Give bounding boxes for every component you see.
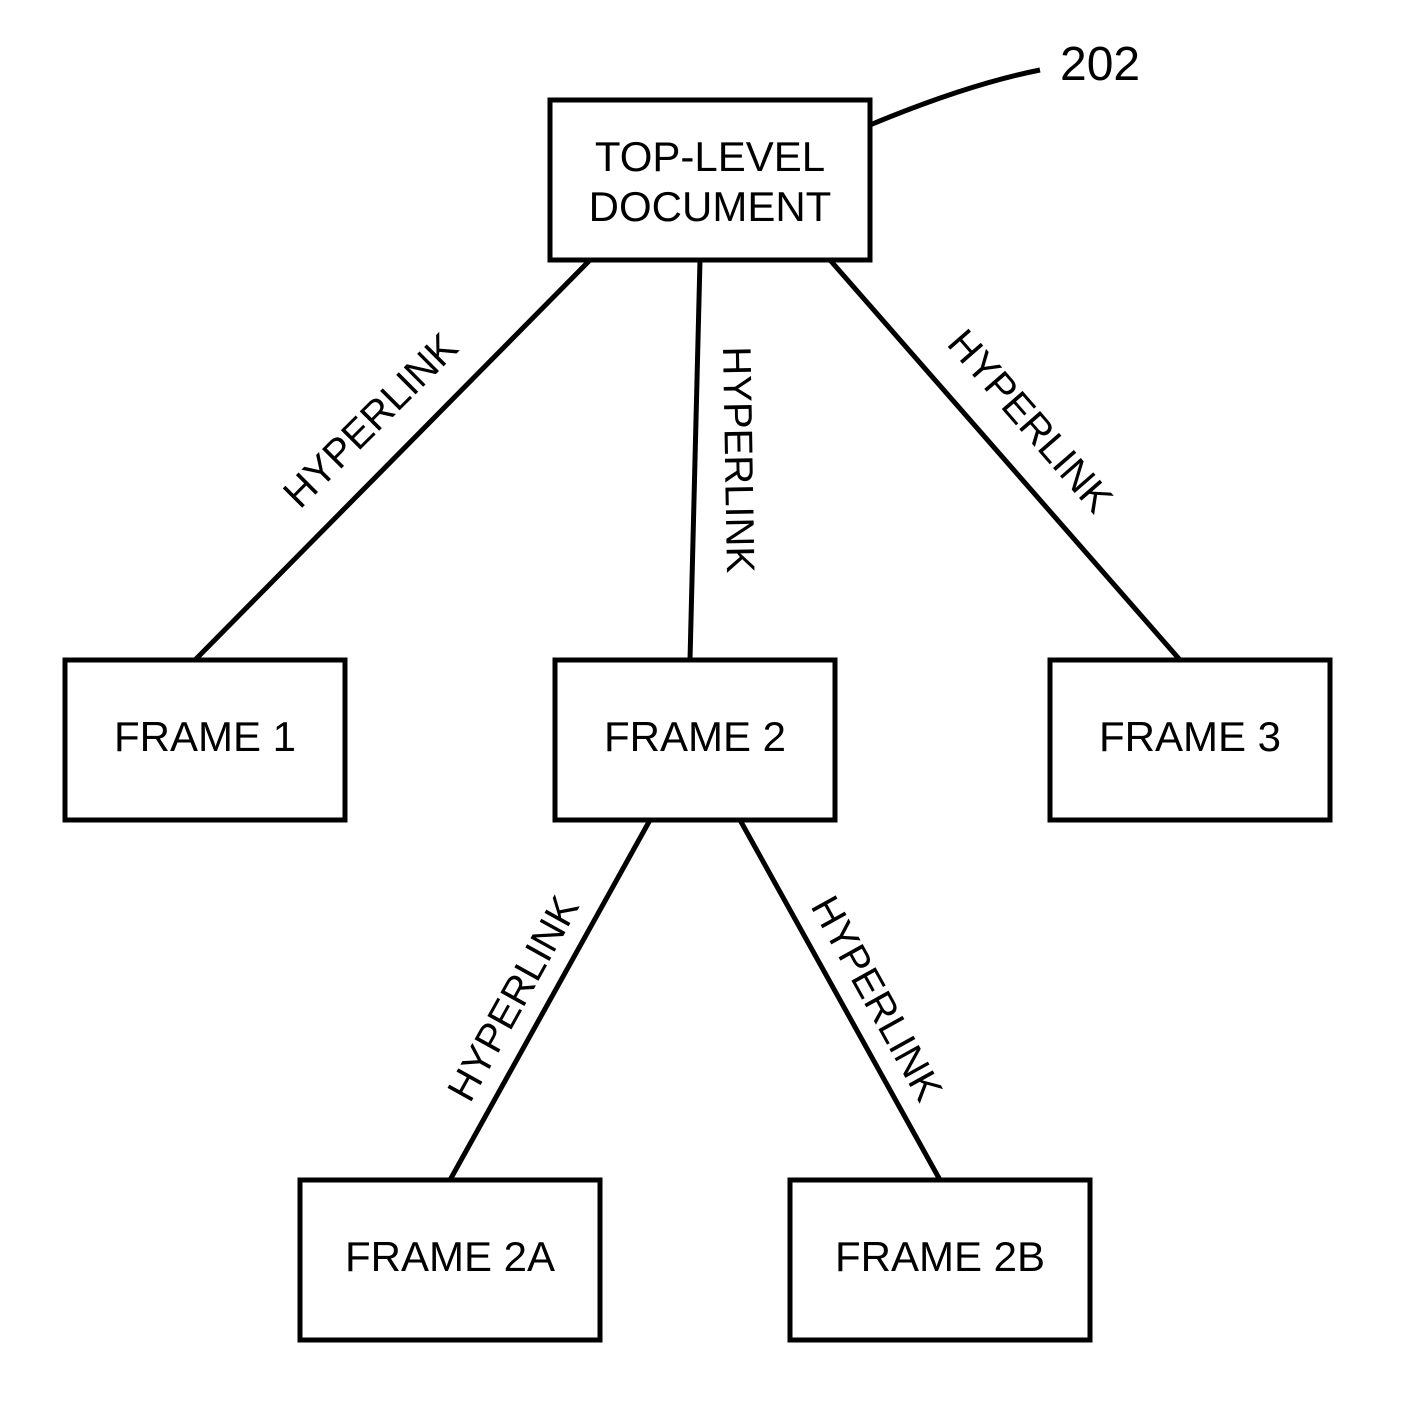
node-frame-2a: FRAME 2A xyxy=(300,1180,600,1340)
node-top-level-document: TOP-LEVEL DOCUMENT xyxy=(550,100,870,260)
edge-label-f2-f2a: HYPERLINK xyxy=(439,889,588,1109)
node-frame-3: FRAME 3 xyxy=(1050,660,1330,820)
edge-f2-f2b xyxy=(740,820,940,1180)
svg-text:DOCUMENT: DOCUMENT xyxy=(589,183,832,230)
svg-text:FRAME 2A: FRAME 2A xyxy=(345,1233,555,1280)
svg-text:FRAME 1: FRAME 1 xyxy=(114,713,296,760)
edge-root-f1 xyxy=(195,260,590,660)
node-frame-2b: FRAME 2B xyxy=(790,1180,1090,1340)
edge-f2-f2a xyxy=(450,820,650,1180)
svg-text:FRAME 3: FRAME 3 xyxy=(1099,713,1281,760)
edge-label-f2-f2b: HYPERLINK xyxy=(802,889,951,1109)
edge-root-f2 xyxy=(690,260,700,660)
svg-text:FRAME 2: FRAME 2 xyxy=(604,713,786,760)
reference-leader xyxy=(870,70,1040,125)
diagram-canvas: 202 HYPERLINK HYPERLINK HYPERLINK HYPERL… xyxy=(0,0,1413,1419)
reference-number: 202 xyxy=(1060,38,1140,91)
node-frame-2: FRAME 2 xyxy=(555,660,835,820)
node-frame-1: FRAME 1 xyxy=(65,660,345,820)
edge-label-root-f2: HYPERLINK xyxy=(714,346,762,574)
edge-label-root-f1: HYPERLINK xyxy=(275,325,467,517)
svg-text:FRAME 2B: FRAME 2B xyxy=(835,1233,1045,1280)
edge-root-f3 xyxy=(830,260,1180,660)
svg-text:TOP-LEVEL: TOP-LEVEL xyxy=(595,133,825,180)
